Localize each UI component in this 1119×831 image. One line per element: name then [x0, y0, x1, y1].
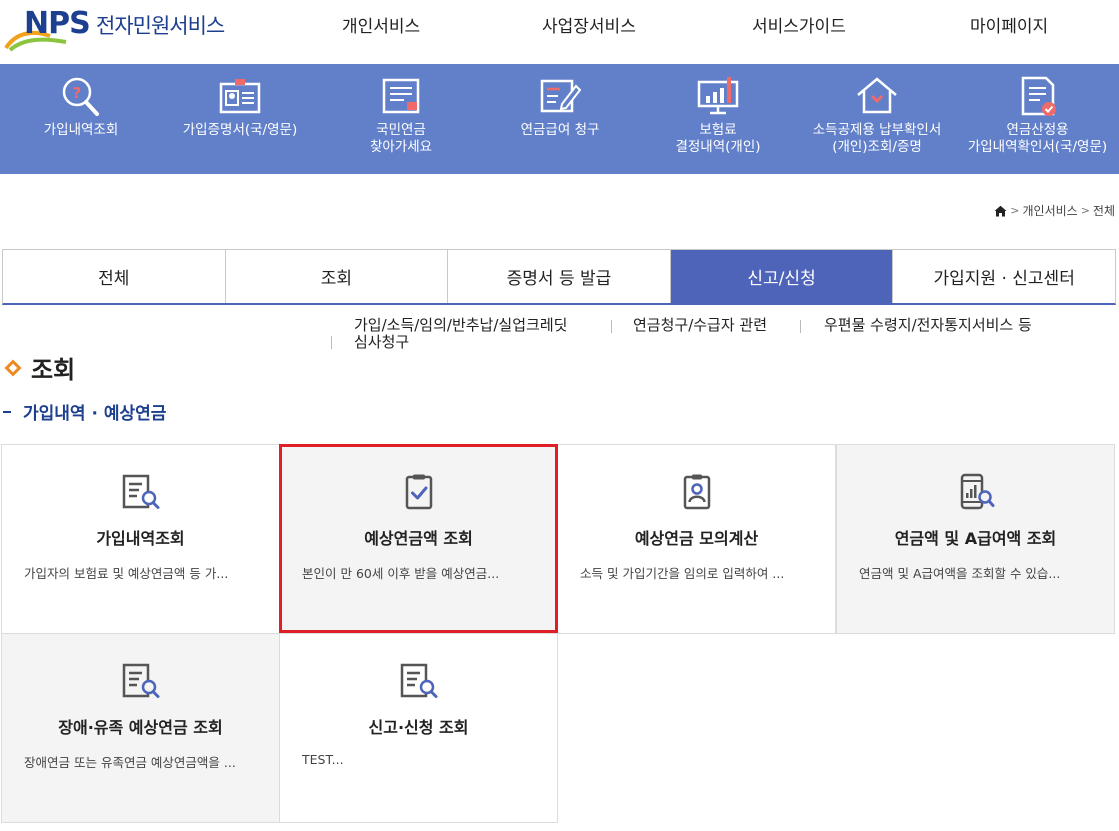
tab-inquiry[interactable]: 조회 [226, 250, 449, 303]
document-search-icon [122, 474, 159, 509]
diamond-bullet-icon [4, 359, 22, 376]
quick-item-label: 국민연금 찾아가세요 [369, 122, 433, 155]
subnav-divider [800, 320, 801, 333]
card-title: 예상연금 모의계산 [634, 529, 759, 548]
chevron-right-icon: > [1080, 204, 1090, 217]
gnb-personal-service[interactable]: 개인서비스 [342, 12, 420, 37]
document-list-icon [382, 78, 420, 114]
gnb-business-service[interactable]: 사업장서비스 [542, 12, 636, 37]
section-subtitle: 가입내역 · 예상연금 [3, 399, 166, 424]
person-badge-icon [683, 474, 710, 510]
phone-chart-icon [960, 473, 994, 510]
section-title-text: 조회 [31, 356, 76, 384]
section-subtitle-text: 가입내역 · 예상연금 [23, 404, 167, 424]
quick-menu-band: ? 가입내역조회 가입증명서(국/영문) 국민연금 찾아가세요 연금급여 청구 … [0, 64, 1119, 174]
card-title: 신고·신청 조회 [368, 718, 469, 737]
chevron-right-icon: > [1010, 204, 1020, 217]
category-tabs: 전체 조회 증명서 등 발급 신고/신청 가입지원 · 신고센터 [2, 249, 1116, 305]
breadcrumb-all[interactable]: 전체 [1093, 202, 1115, 219]
card-pension-simulation[interactable]: 예상연금 모의계산 소득 및 가입기간을 임의로 입력하여 ... [557, 444, 836, 634]
quick-item-label: 연금급여 청구 [520, 122, 600, 138]
id-card-icon [219, 79, 261, 114]
card-subscription-history[interactable]: 가입내역조회 가입자의 보험료 및 예상연금액 등 가... [1, 444, 280, 634]
edit-form-icon [540, 79, 582, 113]
card-title: 가입내역조회 [96, 529, 185, 548]
quick-item-tax-deduction[interactable]: 소득공제용 납부확인서 (개인)조회/증명 [796, 64, 958, 174]
gnb-my-page[interactable]: 마이페이지 [970, 12, 1048, 37]
card-expected-pension[interactable]: 예상연금액 조회 본인이 만 60세 이후 받을 예상연금... [279, 444, 558, 634]
subnav-pension-claim[interactable]: 연금청구/수급자 관련 [633, 317, 767, 334]
quick-item-label: 소득공제용 납부확인서 (개인)조회/증명 [812, 122, 942, 155]
quick-item-pension-claim[interactable]: 연금급여 청구 [500, 64, 620, 174]
subnav-review-request[interactable]: 심사청구 [354, 334, 409, 351]
quick-item-subscription-certificate[interactable]: 가입증명서(국/영문) [168, 64, 312, 174]
breadcrumb-personal-service[interactable]: 개인서비스 [1022, 202, 1077, 219]
svg-text:?: ? [73, 84, 82, 102]
tab-all[interactable]: 전체 [3, 250, 226, 303]
logo-nps-text: NPS [24, 6, 91, 41]
card-description: 연금액 및 A급여액을 조회할 수 있습... [859, 566, 1061, 581]
top-header: NPS 전자민원서비스 개인서비스 사업장서비스 서비스가이드 마이페이지 [0, 0, 1119, 64]
card-pension-amount-a-benefit[interactable]: 연금액 및 A급여액 조회 연금액 및 A급여액을 조회할 수 있습... [836, 444, 1115, 634]
logo-title: 전자민원서비스 [96, 14, 225, 38]
card-title: 장애·유족 예상연금 조회 [58, 718, 223, 737]
gnb-service-guide[interactable]: 서비스가이드 [752, 12, 846, 37]
tab-support-center[interactable]: 가입지원 · 신고센터 [893, 250, 1115, 303]
tab-report-application[interactable]: 신고/신청 [670, 250, 894, 303]
subnav-divider [331, 336, 332, 349]
monitor-chart-icon [697, 77, 739, 115]
quick-item-label: 가입증명서(국/영문) [182, 122, 298, 138]
quick-item-pension-calculation[interactable]: 연금산정용 가입내역확인서(국/영문) [956, 64, 1119, 174]
card-description: 본인이 만 60세 이후 받을 예상연금... [302, 566, 500, 581]
subnav-subscription-income[interactable]: 가입/소득/임의/반추납/실업크레딧 [354, 317, 567, 334]
quick-item-label: 연금산정용 가입내역확인서(국/영문) [967, 122, 1108, 155]
quick-item-label: 보험료 결정내역(개인) [675, 122, 761, 155]
quick-item-premium-decision[interactable]: 보험료 결정내역(개인) [660, 64, 776, 174]
nps-logo[interactable]: NPS 전자민원서비스 [4, 4, 234, 52]
house-icon [857, 77, 897, 114]
breadcrumb: > 개인서비스 > 전체 [994, 202, 1115, 219]
card-description: TEST... [302, 752, 344, 767]
tab-certificate-issuance[interactable]: 증명서 등 발급 [448, 250, 671, 303]
document-search-icon [400, 663, 437, 698]
document-search-icon [122, 663, 159, 698]
quick-item-label: 가입내역조회 [43, 122, 119, 138]
clipboard-check-icon [405, 474, 432, 510]
section-title: 조회 [3, 350, 75, 385]
quick-item-find-pension[interactable]: 국민연금 찾아가세요 [336, 64, 466, 174]
quick-item-subscription-history[interactable]: ? 가입내역조회 [20, 64, 142, 174]
card-description: 장애연금 또는 유족연금 예상연금액을 ... [24, 755, 236, 770]
subnav-mail-notification[interactable]: 우편물 수령지/전자통지서비스 등 [824, 317, 1032, 334]
card-report-application-inquiry[interactable]: 신고·신청 조회 TEST... [279, 633, 558, 823]
card-title: 예상연금액 조회 [364, 529, 473, 548]
card-title: 연금액 및 A급여액 조회 [894, 529, 1057, 548]
card-description: 소득 및 가입기간을 임의로 입력하여 ... [580, 566, 785, 581]
document-check-icon [1021, 76, 1056, 116]
dash-bullet-icon [3, 410, 11, 413]
magnifier-question-icon: ? [62, 77, 99, 116]
subnav-divider [611, 320, 612, 333]
card-description: 가입자의 보험료 및 예상연금액 등 가... [24, 566, 229, 581]
home-icon[interactable] [994, 205, 1007, 217]
card-disability-survivor-pension[interactable]: 장애·유족 예상연금 조회 장애연금 또는 유족연금 예상연금액을 ... [1, 633, 280, 823]
